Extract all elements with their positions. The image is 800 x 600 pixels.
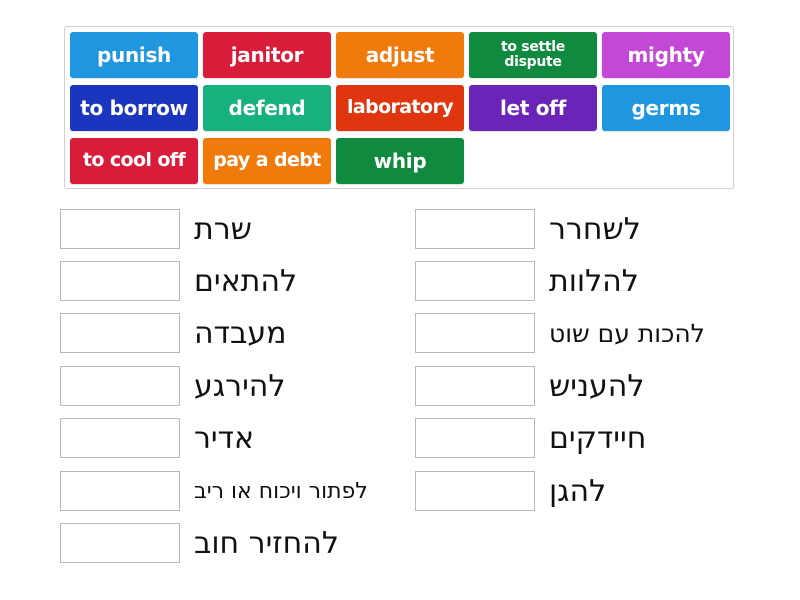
tile-adjust[interactable]: adjust [336, 32, 464, 78]
clue-text: להעניש [549, 368, 645, 404]
clue-text: מעבדה [194, 315, 287, 351]
drop-box[interactable] [60, 261, 180, 301]
match-row: להגן [415, 471, 606, 511]
drop-box[interactable] [415, 209, 535, 249]
clue-text: להחזיר חוב [194, 525, 339, 561]
match-row: להעניש [415, 366, 644, 406]
drop-box[interactable] [60, 313, 180, 353]
tile-punish[interactable]: punish [70, 32, 198, 78]
drop-box[interactable] [415, 313, 535, 353]
match-row: להלוות [415, 261, 639, 301]
clue-text: להתאים [194, 263, 298, 299]
tile-germs[interactable]: germs [602, 85, 730, 131]
match-row: חיידקים [415, 418, 646, 458]
tile-to-settle-dispute[interactable]: to settle dispute [469, 32, 597, 78]
drop-box[interactable] [60, 523, 180, 563]
match-row: להירגע [60, 366, 285, 406]
match-row: אדיר [60, 418, 254, 458]
drop-box[interactable] [415, 261, 535, 301]
drop-box[interactable] [60, 471, 180, 511]
clue-text: אדיר [194, 420, 255, 456]
match-row: לפתור ויכוח או ריב [60, 471, 368, 511]
clue-text: שרת [194, 211, 252, 247]
tile-janitor[interactable]: janitor [203, 32, 331, 78]
match-row: להחזיר חוב [60, 523, 339, 563]
clue-text: להלוות [549, 263, 639, 299]
clue-text: להירגע [194, 368, 286, 404]
drop-box[interactable] [60, 209, 180, 249]
word-bank: punish janitor adjust to settle dispute … [64, 26, 734, 189]
clue-text: לפתור ויכוח או ריב [194, 478, 368, 504]
clue-text: להכות עם שוט [549, 318, 705, 348]
tile-to-borrow[interactable]: to borrow [70, 85, 198, 131]
tile-whip[interactable]: whip [336, 138, 464, 184]
drop-box[interactable] [60, 366, 180, 406]
match-row: שרת [60, 209, 252, 249]
tile-to-cool-off[interactable]: to cool off [70, 138, 198, 184]
clue-text: לשחרר [549, 211, 641, 247]
match-row: לשחרר [415, 209, 641, 249]
drop-box[interactable] [415, 471, 535, 511]
tile-pay-a-debt[interactable]: pay a debt [203, 138, 331, 184]
match-row: מעבדה [60, 313, 286, 353]
tile-let-off[interactable]: let off [469, 85, 597, 131]
match-row: להתאים [60, 261, 297, 301]
tile-laboratory[interactable]: laboratory [336, 85, 464, 131]
drop-box[interactable] [60, 418, 180, 458]
tile-mighty[interactable]: mighty [602, 32, 730, 78]
match-row: להכות עם שוט [415, 313, 705, 353]
clue-text: להגן [549, 473, 607, 509]
tile-defend[interactable]: defend [203, 85, 331, 131]
drop-box[interactable] [415, 418, 535, 458]
drop-box[interactable] [415, 366, 535, 406]
clue-text: חיידקים [549, 420, 647, 456]
